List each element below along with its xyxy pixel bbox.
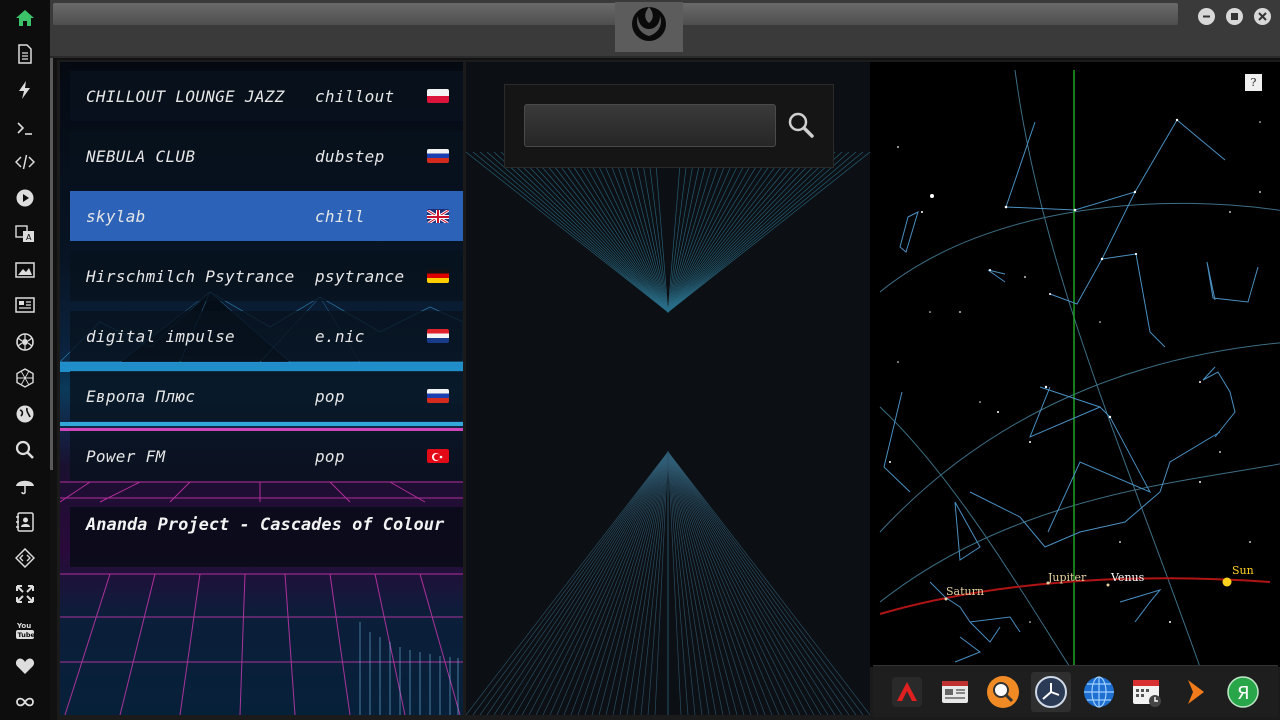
app-dock: Я: [873, 665, 1278, 717]
station-row[interactable]: Power FM pop: [70, 431, 463, 481]
arrow-icon[interactable]: [1175, 672, 1215, 712]
bolt-icon[interactable]: [12, 77, 38, 103]
station-row[interactable]: CHILLOUT LOUNGE JAZZ chillout: [70, 71, 463, 121]
russia-flag-icon: [427, 389, 449, 403]
sidebar-scrollbar[interactable]: [50, 0, 53, 470]
clock-icon[interactable]: [1031, 672, 1071, 712]
expand-icon[interactable]: [12, 581, 38, 607]
translate-icon[interactable]: A: [12, 221, 38, 247]
station-row[interactable]: digital impulse e.nic: [70, 311, 463, 361]
umbrella-icon[interactable]: [12, 473, 38, 499]
newspaper-icon[interactable]: [935, 672, 975, 712]
venus-label[interactable]: Venus: [1111, 571, 1144, 584]
station-row[interactable]: Hirschmilch Psytrance psytrance: [70, 251, 463, 301]
search-button[interactable]: [785, 107, 817, 143]
yandex-icon[interactable]: Я: [1223, 672, 1263, 712]
arch-icon[interactable]: [887, 672, 927, 712]
svg-text:A: A: [26, 233, 32, 242]
station-genre: chill: [315, 206, 365, 226]
tag-code-icon[interactable]: [12, 545, 38, 571]
croatia-flag-icon: [427, 329, 449, 343]
station-name: CHILLOUT LOUNGE JAZZ: [86, 86, 285, 106]
globe-app-icon[interactable]: [1079, 672, 1119, 712]
station-genre: chillout: [315, 86, 395, 106]
germany-flag-icon: [427, 269, 449, 283]
jupiter-label[interactable]: Jupiter: [1048, 571, 1086, 584]
minimize-button[interactable]: [1198, 8, 1215, 25]
russia-flag-icon: [427, 149, 449, 163]
station-name: Европа Плюс: [86, 386, 196, 406]
station-name: Hirschmilch Psytrance: [86, 266, 295, 286]
search-panel: [466, 62, 870, 715]
youtube-icon[interactable]: You Tube: [12, 617, 38, 643]
station-name: digital impulse: [86, 326, 235, 346]
play-icon[interactable]: [12, 185, 38, 211]
station-row-active[interactable]: skylab chill: [70, 191, 463, 241]
heart-icon[interactable]: [12, 653, 38, 679]
home-icon[interactable]: [12, 5, 38, 31]
station-genre: psytrance: [315, 266, 405, 286]
globe-icon[interactable]: [12, 401, 38, 427]
svg-text:Tube: Tube: [18, 631, 36, 639]
terminal-icon[interactable]: [12, 115, 38, 141]
close-button[interactable]: [1254, 8, 1271, 25]
code-icon[interactable]: [12, 149, 38, 175]
station-genre: pop: [315, 446, 345, 466]
station-name: Power FM: [86, 446, 166, 466]
help-button[interactable]: ?: [1245, 74, 1262, 91]
contacts-icon[interactable]: [12, 509, 38, 535]
maximize-button[interactable]: [1226, 8, 1243, 25]
sun-label[interactable]: Sun: [1232, 564, 1254, 577]
svg-text:Я: Я: [1237, 683, 1250, 704]
station-genre: dubstep: [315, 146, 385, 166]
search-app-icon[interactable]: [983, 672, 1023, 712]
logo-tab[interactable]: [615, 2, 683, 52]
saturn-label[interactable]: Saturn: [946, 585, 984, 598]
infinity-icon[interactable]: [12, 689, 38, 715]
sky-map[interactable]: Saturn Jupiter Venus Sun ?: [870, 62, 1280, 667]
poland-flag-icon: [427, 89, 449, 103]
search-input[interactable]: [524, 104, 776, 147]
turkey-flag-icon: [427, 449, 449, 463]
search-box: [504, 84, 834, 168]
now-playing-title: Ananda Project - Cascades of Colour: [70, 507, 463, 567]
calendar-icon[interactable]: [1127, 672, 1167, 712]
magnifier-icon: [788, 112, 814, 138]
station-row[interactable]: NEBULA CLUB dubstep: [70, 131, 463, 181]
station-genre: e.nic: [315, 326, 365, 346]
image-icon[interactable]: [12, 257, 38, 283]
station-list-panel: CHILLOUT LOUNGE JAZZ chillout NEBULA CLU…: [60, 62, 463, 715]
aperture-icon[interactable]: [12, 329, 38, 355]
app-sidebar: A You Tube: [0, 0, 50, 720]
station-row[interactable]: Европа Плюс pop: [70, 371, 463, 421]
title-bar: [50, 0, 1280, 58]
document-icon[interactable]: [12, 41, 38, 67]
rebel-alliance-logo: [632, 7, 666, 41]
station-name: NEBULA CLUB: [86, 146, 196, 166]
station-genre: pop: [315, 386, 345, 406]
svg-text:You: You: [16, 622, 31, 630]
news-icon[interactable]: [12, 292, 38, 318]
search-icon[interactable]: [12, 437, 38, 463]
station-name: skylab: [86, 206, 146, 226]
hexagon-icon[interactable]: [12, 365, 38, 391]
uk-flag-icon: [427, 209, 449, 223]
